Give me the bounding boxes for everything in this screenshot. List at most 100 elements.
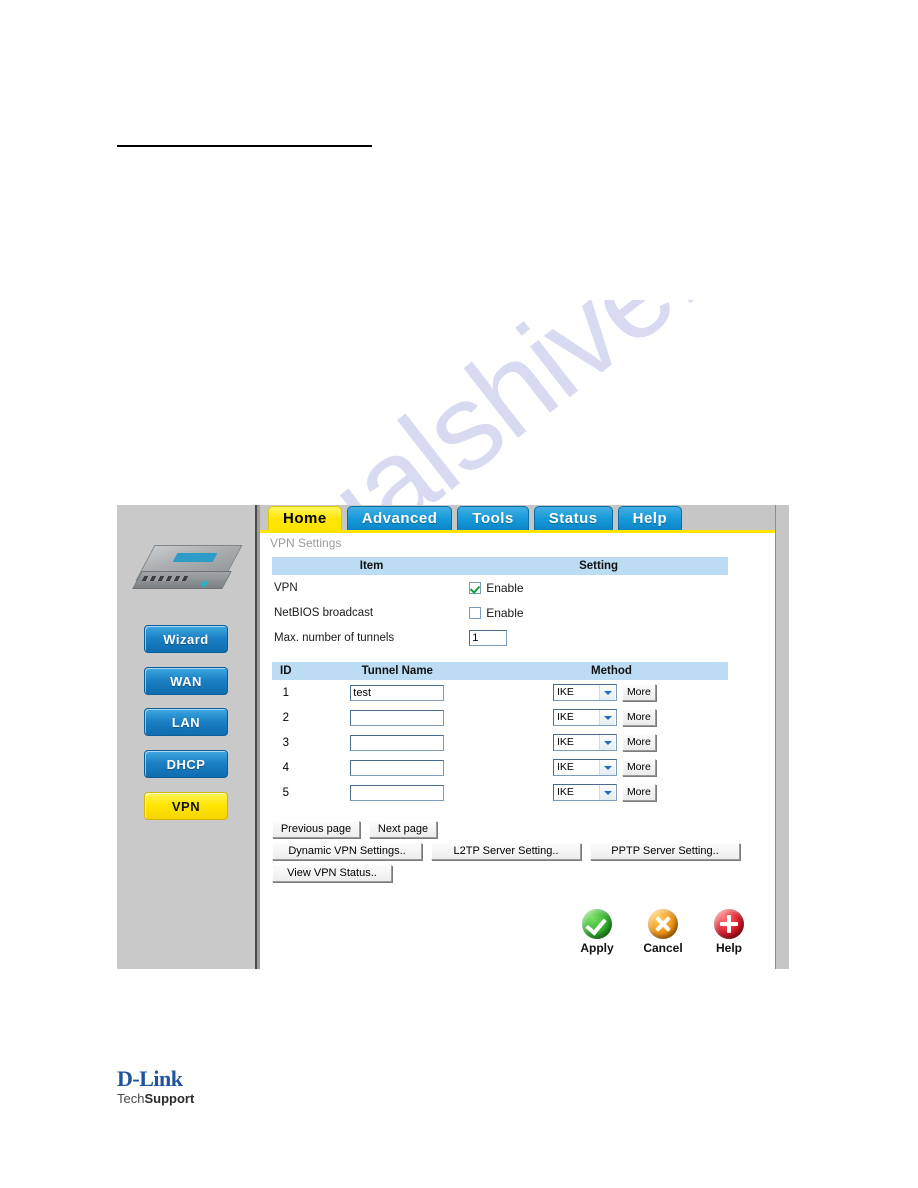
chevron-down-icon	[598, 710, 615, 725]
top-horizontal-rule	[117, 145, 372, 147]
tab-label: Advanced	[361, 510, 438, 527]
tunnel-more-button[interactable]: More	[621, 734, 656, 751]
tunnel-name-input[interactable]	[350, 734, 445, 751]
tab-label: Tools	[472, 510, 514, 527]
l2tp-server-setting-button[interactable]: L2TP Server Setting..	[431, 843, 581, 860]
sidebar-item-label: DHCP	[166, 756, 206, 772]
tab-status[interactable]: Status	[533, 506, 613, 530]
settings-row-control-max-tunnels	[469, 625, 728, 650]
netbios-enable-label: Enable	[486, 605, 524, 620]
tunnel-more-button[interactable]: More	[621, 759, 656, 776]
vertical-scrollbar[interactable]	[775, 505, 789, 969]
vpn-enable-checkbox[interactable]	[469, 581, 482, 594]
tunnel-row-method-cell: IKE More	[495, 680, 728, 705]
sidebar-item-vpn[interactable]: VPN	[144, 792, 228, 820]
table-row: 5 IKE More	[272, 780, 728, 805]
green-check-icon	[582, 909, 612, 939]
previous-page-button[interactable]: Previous page	[272, 821, 360, 838]
tunnel-method-value: IKE	[556, 711, 574, 723]
tunnel-row-method-cell: IKE More	[495, 755, 728, 780]
sidebar-item-label: Wizard	[163, 631, 209, 647]
tunnel-row-name-cell	[300, 705, 495, 730]
tunnel-row-name-cell	[300, 780, 495, 805]
tunnel-method-select[interactable]: IKE	[552, 784, 617, 801]
settings-row-label-netbios: NetBIOS broadcast	[274, 606, 374, 619]
tunnel-row-id: 4	[282, 761, 289, 774]
status-button-row: View VPN Status..	[272, 863, 769, 882]
cancel-button[interactable]: Cancel	[639, 909, 687, 955]
chevron-down-icon	[598, 685, 615, 700]
sidebar-item-dhcp[interactable]: DHCP	[144, 750, 228, 778]
tunnel-header-id: ID	[272, 662, 300, 680]
settings-row-label-max-tunnels: Max. number of tunnels	[274, 631, 395, 644]
tunnel-name-input[interactable]	[350, 784, 445, 801]
tab-help[interactable]: Help	[617, 506, 683, 530]
view-vpn-status-button[interactable]: View VPN Status..	[272, 865, 392, 882]
settings-row-label-vpn: VPN	[274, 581, 298, 594]
sidebar-item-wizard[interactable]: Wizard	[144, 625, 228, 653]
chevron-down-icon	[598, 760, 615, 775]
help-button[interactable]: Help	[705, 909, 753, 955]
sidebar-item-label: VPN	[171, 798, 201, 814]
tunnel-method-value: IKE	[556, 786, 574, 798]
settings-table: Item Setting VPN Enable NetBIOS broadcas…	[272, 557, 728, 650]
tunnel-more-button[interactable]: More	[621, 784, 656, 801]
settings-button-row: Dynamic VPN Settings.. L2TP Server Settin…	[272, 841, 769, 860]
apply-button[interactable]: Apply	[573, 909, 621, 955]
tunnel-row-name-cell	[300, 680, 495, 705]
tab-bar: Home Advanced Tools Status Help	[260, 505, 789, 533]
tunnel-method-value: IKE	[556, 736, 574, 748]
netbios-enable-checkbox[interactable]	[469, 606, 482, 619]
help-label: Help	[715, 941, 742, 955]
max-tunnels-input[interactable]	[469, 629, 508, 646]
tunnel-header-name: Tunnel Name	[299, 662, 495, 680]
tunnel-more-button[interactable]: More	[621, 684, 656, 701]
table-row: NetBIOS broadcast Enable	[272, 600, 728, 625]
tunnel-header-method: Method	[494, 662, 728, 680]
tab-label: Home	[283, 510, 327, 527]
tunnel-table: ID Tunnel Name Method 1 IKE More	[272, 662, 728, 805]
tunnel-method-select[interactable]: IKE	[552, 759, 617, 776]
tab-label: Help	[632, 510, 668, 527]
tech-text: Tech	[117, 1091, 145, 1106]
tunnel-row-method-cell: IKE More	[495, 705, 728, 730]
tunnel-name-input[interactable]	[350, 684, 445, 701]
pptp-server-setting-button[interactable]: PPTP Server Setting..	[590, 843, 740, 860]
tunnel-row-method-cell: IKE More	[495, 730, 728, 755]
settings-row-control-netbios: Enable	[469, 600, 728, 625]
orange-x-icon	[648, 909, 678, 939]
sidebar: Wizard WAN LAN DHCP VPN	[117, 505, 257, 969]
tunnel-name-input[interactable]	[350, 709, 445, 726]
tunnel-name-input[interactable]	[350, 759, 445, 776]
device-brand-stripe	[172, 553, 218, 562]
dynamic-vpn-settings-button[interactable]: Dynamic VPN Settings..	[272, 843, 422, 860]
tunnel-method-value: IKE	[556, 686, 574, 698]
tunnel-row-id: 3	[282, 736, 289, 749]
tunnel-method-value: IKE	[556, 761, 574, 773]
settings-row-control-vpn: Enable	[469, 575, 728, 600]
table-row: 4 IKE More	[272, 755, 728, 780]
table-row: 3 IKE More	[272, 730, 728, 755]
support-text: Support	[144, 1091, 195, 1106]
tunnel-row-id: 5	[282, 786, 289, 799]
form-area: Item Setting VPN Enable NetBIOS broadcas…	[272, 557, 769, 882]
dlink-brand-text: D-Link	[117, 1066, 183, 1091]
tab-advanced[interactable]: Advanced	[346, 506, 453, 530]
vpn-enable-label: Enable	[486, 580, 524, 595]
chevron-down-icon	[598, 785, 615, 800]
tunnel-more-button[interactable]: More	[621, 709, 656, 726]
red-plus-icon	[714, 909, 744, 939]
tunnel-method-select[interactable]: IKE	[552, 734, 617, 751]
tunnel-method-select[interactable]: IKE	[552, 684, 617, 701]
table-row: 2 IKE More	[272, 705, 728, 730]
page-title: VPN Settings	[270, 536, 342, 550]
next-page-button[interactable]: Next page	[369, 821, 437, 838]
sidebar-item-lan[interactable]: LAN	[144, 708, 228, 736]
tab-tools[interactable]: Tools	[457, 506, 529, 530]
tunnel-method-select[interactable]: IKE	[552, 709, 617, 726]
action-buttons: Apply Cancel Help	[573, 909, 753, 955]
sidebar-item-wan[interactable]: WAN	[144, 667, 228, 695]
tunnel-row-name-cell	[300, 730, 495, 755]
tab-home[interactable]: Home	[268, 506, 342, 530]
device-ports	[141, 576, 189, 581]
